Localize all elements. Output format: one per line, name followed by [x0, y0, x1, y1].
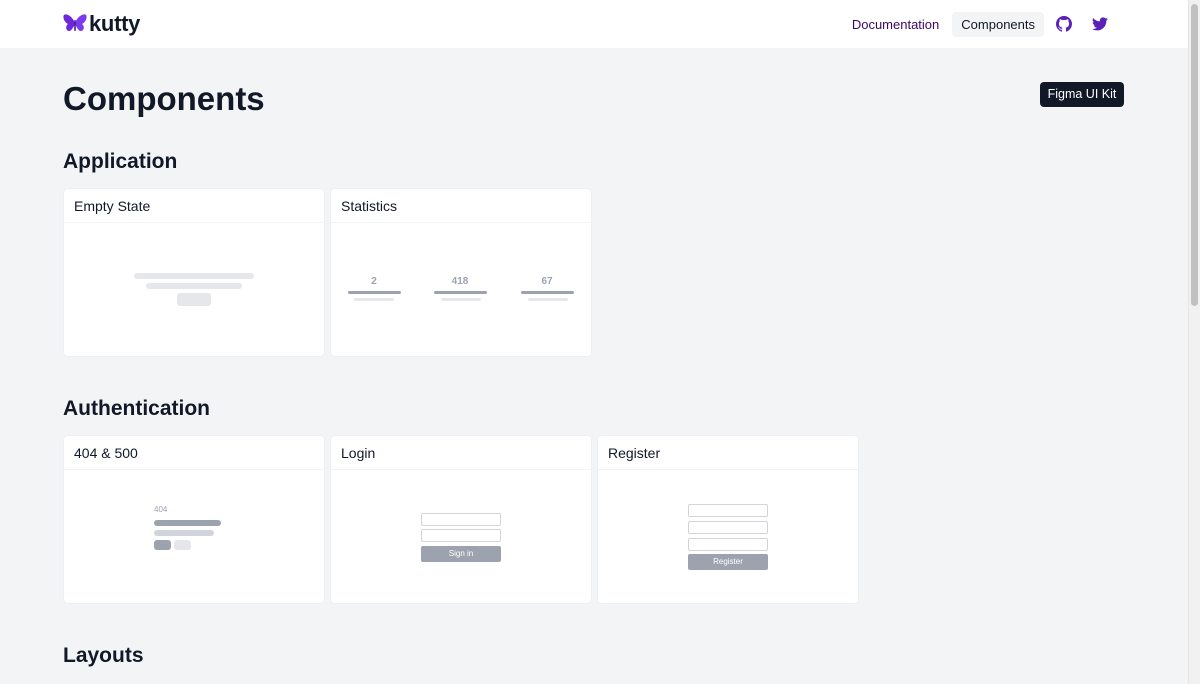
stat-value: 418 — [451, 276, 469, 287]
twitter-icon — [1092, 17, 1108, 31]
scrollbar[interactable] — [1188, 0, 1200, 684]
card-title: Register — [598, 436, 858, 470]
top-navbar: kutty Documentation Components — [0, 0, 1188, 48]
card-empty-state[interactable]: Empty State — [64, 189, 324, 356]
preview-line — [348, 291, 401, 294]
figma-ui-kit-button[interactable]: Figma UI Kit — [1040, 82, 1124, 107]
card-title: Login — [331, 436, 591, 470]
preview-line — [434, 291, 487, 294]
preview-button — [177, 293, 211, 306]
github-icon — [1056, 16, 1072, 32]
card-login[interactable]: Login Sign in — [331, 436, 591, 603]
twitter-link[interactable] — [1084, 11, 1116, 37]
nav-documentation[interactable]: Documentation — [843, 12, 948, 37]
preview-line — [146, 283, 242, 289]
preview-input — [688, 504, 768, 517]
butterfly-logo-icon — [63, 14, 87, 31]
empty-state-preview — [64, 223, 324, 356]
preview-input — [421, 513, 501, 526]
logo[interactable]: kutty — [63, 10, 140, 38]
scrollbar-thumb[interactable] — [1191, 4, 1198, 306]
login-preview: Sign in — [331, 470, 591, 603]
stat-value: 67 — [541, 276, 553, 287]
error-code: 404 — [154, 505, 168, 514]
card-title: 404 & 500 — [64, 436, 324, 470]
card-register[interactable]: Register Register — [598, 436, 858, 603]
preview-button — [154, 540, 171, 550]
preview-line — [354, 298, 394, 301]
preview-button — [174, 540, 191, 550]
error-page-preview: 404 — [64, 470, 324, 603]
preview-line — [521, 291, 574, 294]
preview-line — [528, 298, 568, 301]
main-nav: Documentation Components — [843, 11, 1116, 37]
preview-input — [421, 529, 501, 542]
logo-text: kutty — [89, 11, 141, 36]
preview-sign-in-button: Sign in — [421, 546, 501, 562]
preview-line — [154, 530, 214, 536]
register-preview: Register — [598, 470, 858, 603]
github-link[interactable] — [1048, 11, 1080, 37]
card-title: Statistics — [331, 189, 591, 223]
stat-value: 2 — [371, 276, 377, 287]
card-title: Empty State — [64, 189, 324, 223]
page-title: Components — [63, 80, 265, 117]
nav-components[interactable]: Components — [952, 11, 1044, 37]
card-404-500[interactable]: 404 & 500 404 — [64, 436, 324, 603]
section-title-authentication: Authentication — [63, 397, 210, 420]
statistics-preview: 2 418 67 — [331, 223, 591, 356]
section-title-application: Application — [63, 150, 178, 173]
preview-line — [134, 273, 254, 279]
preview-line — [441, 298, 481, 301]
card-statistics[interactable]: Statistics 2 418 67 — [331, 189, 591, 356]
preview-register-button: Register — [688, 554, 768, 570]
section-title-layouts: Layouts — [63, 644, 144, 667]
preview-input — [688, 521, 768, 534]
preview-line — [154, 520, 221, 526]
preview-input — [688, 538, 768, 551]
